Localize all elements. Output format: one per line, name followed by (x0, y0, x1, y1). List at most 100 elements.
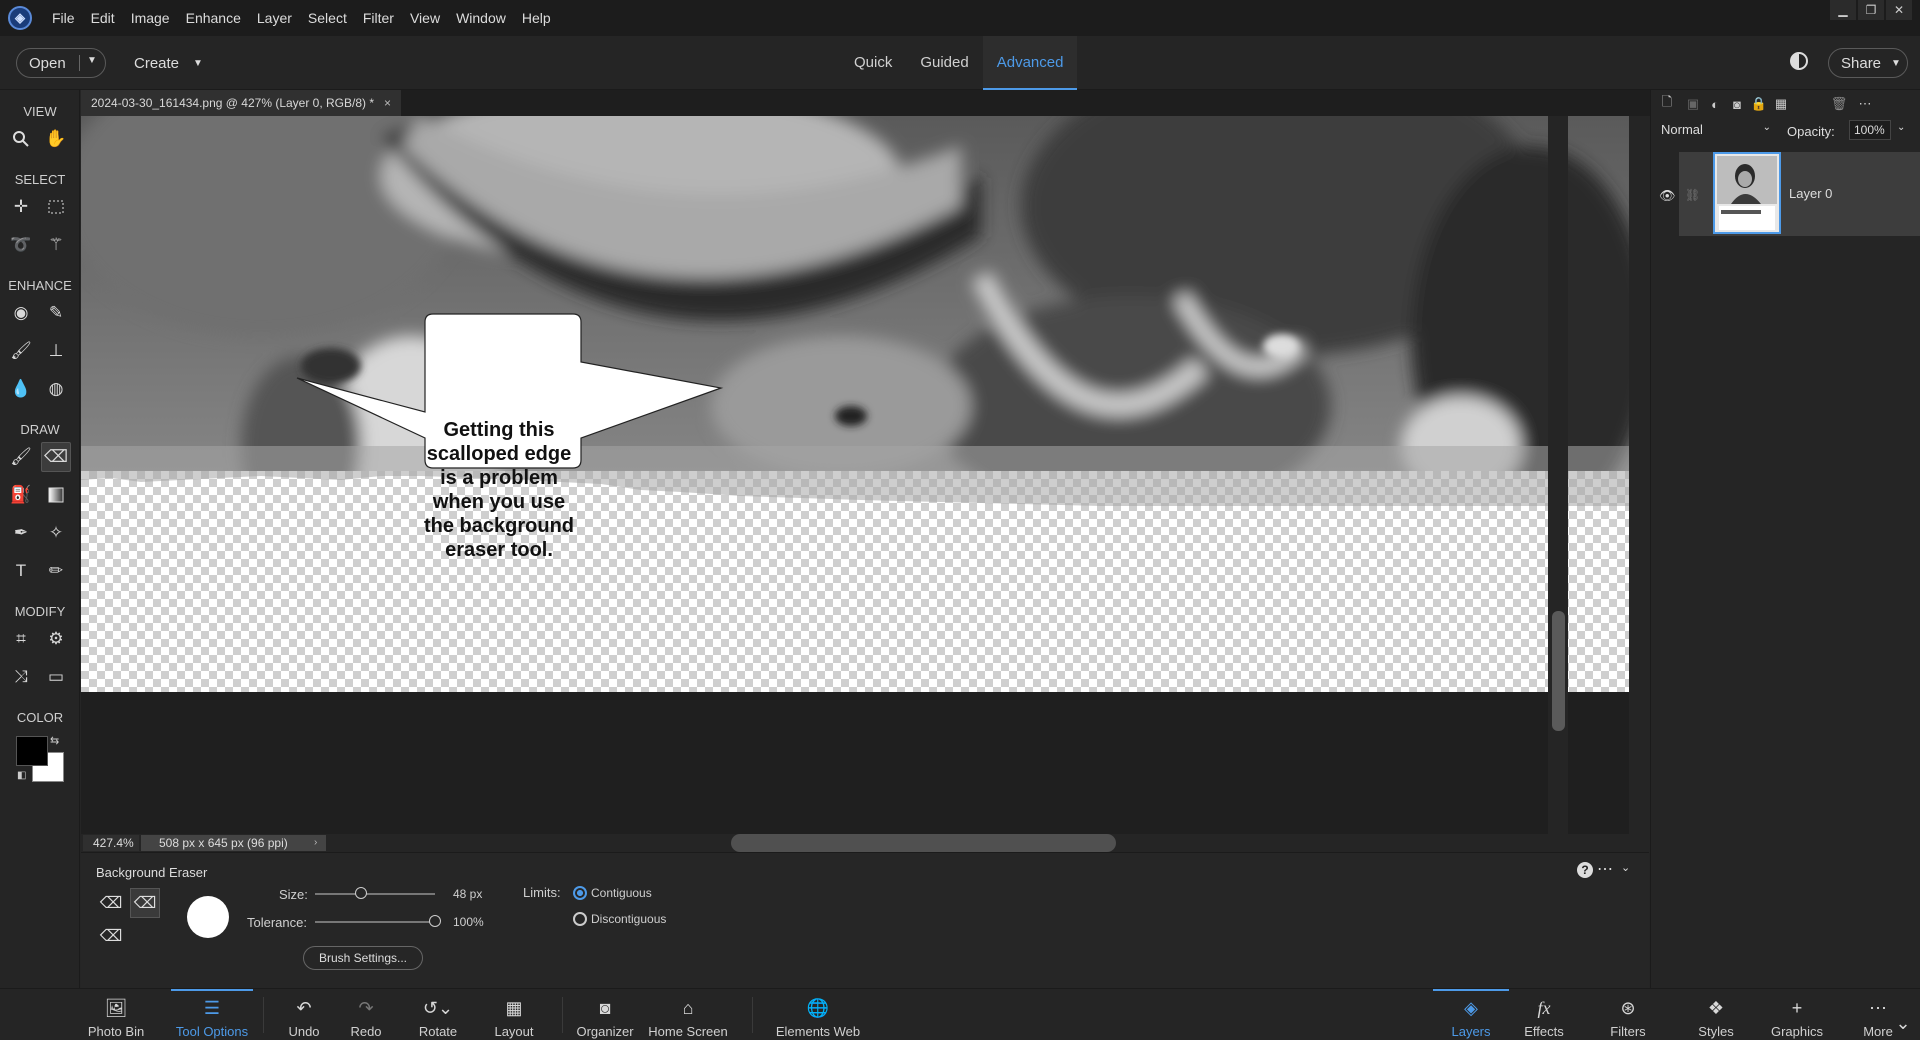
gradient-tool-icon[interactable] (41, 480, 71, 510)
tab-quick[interactable]: Quick (840, 36, 906, 90)
size-slider[interactable] (315, 893, 435, 895)
menu-view[interactable]: View (402, 0, 448, 36)
lock-icon[interactable]: 🔒 (1751, 96, 1767, 112)
foreground-color-swatch[interactable] (16, 736, 48, 766)
chevron-down-icon[interactable]: ⌄ (1895, 989, 1910, 1040)
filters-button[interactable]: ⊛ Filters (1608, 989, 1648, 1040)
layer-name[interactable]: Layer 0 (1789, 186, 1832, 201)
eyedropper-tool-icon[interactable]: ✒ (6, 518, 36, 548)
chevron-down-icon[interactable]: ⌄ (1621, 861, 1630, 874)
chevron-right-icon[interactable]: › (314, 835, 317, 851)
theme-contrast-icon[interactable] (1790, 52, 1808, 70)
restore-icon[interactable]: ❐ (1858, 0, 1884, 20)
layout-button[interactable]: ▦ Layout (491, 989, 537, 1040)
share-button[interactable]: Share ▼ (1828, 48, 1908, 78)
menu-edit[interactable]: Edit (83, 0, 123, 36)
horizontal-scroll-thumb[interactable] (731, 834, 1116, 852)
organizer-button[interactable]: ◙ Organizer (574, 989, 636, 1040)
tolerance-slider-knob[interactable] (429, 915, 441, 927)
healing-brush-tool-icon[interactable]: ✎ (41, 298, 71, 328)
vertical-scrollbar[interactable] (1548, 116, 1568, 834)
sponge-tool-icon[interactable]: ◍ (41, 374, 71, 404)
panel-menu-icon[interactable]: ⋯ (1857, 96, 1873, 112)
magic-wand-tool-icon[interactable]: ⚚ (41, 230, 71, 260)
smart-brush-tool-icon[interactable]: 🖌 (6, 336, 36, 366)
brush-preview[interactable] (187, 896, 229, 938)
menu-file[interactable]: File (44, 0, 83, 36)
hand-tool-icon[interactable]: ✋ (41, 124, 71, 154)
clone-stamp-tool-icon[interactable]: ⊥ (41, 336, 71, 366)
menu-help[interactable]: Help (514, 0, 559, 36)
zoom-tool-icon[interactable] (6, 124, 36, 154)
zoom-level[interactable]: 427.4% (83, 835, 139, 851)
canvas-area[interactable]: Getting this scalloped edge is a problem… (81, 116, 1629, 834)
discontiguous-label[interactable]: Discontiguous (591, 912, 666, 926)
blur-tool-icon[interactable]: 💧 (6, 374, 36, 404)
visibility-eye-icon[interactable]: 👁 (1659, 188, 1676, 204)
straighten-tool-icon[interactable]: ▭ (41, 662, 71, 692)
red-eye-tool-icon[interactable]: ◉ (6, 298, 36, 328)
marquee-tool-icon[interactable] (41, 192, 71, 222)
type-tool-icon[interactable]: T (6, 556, 36, 586)
home-screen-button[interactable]: ⌂ Home Screen (648, 989, 728, 1040)
contiguous-label[interactable]: Contiguous (591, 886, 652, 900)
magic-eraser-icon[interactable]: ⌫ (96, 921, 126, 951)
tool-options-button[interactable]: ☰ Tool Options (171, 989, 253, 1040)
close-tab-icon[interactable]: × (384, 96, 391, 110)
new-layer-icon[interactable]: 🗋 (1659, 94, 1675, 112)
default-colors-icon[interactable]: ◧ (17, 770, 26, 781)
lock-transparency-icon[interactable]: ▦ (1773, 96, 1789, 112)
move-tool-icon[interactable]: ✛ (6, 192, 36, 222)
layer-thumbnail[interactable] (1713, 152, 1781, 234)
delete-layer-icon[interactable]: 🗑 (1831, 96, 1848, 112)
pencil-tool-icon[interactable]: ✏ (41, 556, 71, 586)
menu-filter[interactable]: Filter (355, 0, 402, 36)
brush-tool-icon[interactable]: 🖌 (6, 442, 36, 472)
open-button[interactable]: Open ▼ (16, 48, 106, 78)
chevron-down-icon[interactable]: ⌄ (1897, 122, 1905, 133)
minimize-icon[interactable]: ▁ (1830, 0, 1856, 20)
effects-button[interactable]: fx Effects (1524, 989, 1564, 1040)
blend-mode-select[interactable]: Normal ⌄ (1661, 122, 1771, 142)
menu-select[interactable]: Select (300, 0, 355, 36)
swap-colors-icon[interactable]: ⇆ (50, 734, 59, 747)
help-icon[interactable]: ? (1577, 862, 1593, 878)
create-button[interactable]: Create ▼ (134, 48, 203, 78)
redo-button[interactable]: ↷ Redo (348, 989, 384, 1040)
menu-image[interactable]: Image (123, 0, 178, 36)
discontiguous-radio[interactable] (573, 912, 587, 926)
graphics-button[interactable]: + Graphics (1770, 989, 1824, 1040)
size-slider-knob[interactable] (354, 887, 367, 899)
recompose-tool-icon[interactable]: ⚙ (41, 624, 71, 654)
rotate-button[interactable]: ↺⌄ Rotate (414, 989, 462, 1040)
new-group-icon[interactable]: ▣ (1685, 96, 1701, 112)
background-eraser-tool-icon[interactable]: ⌫ (41, 442, 71, 472)
styles-button[interactable]: ❖ Styles (1696, 989, 1736, 1040)
adjustment-layer-icon[interactable]: ◐ (1707, 96, 1723, 112)
tab-guided[interactable]: Guided (906, 36, 982, 90)
opacity-input[interactable]: 100% (1849, 120, 1891, 140)
tab-advanced[interactable]: Advanced (982, 36, 1078, 90)
custom-shape-tool-icon[interactable]: ✧ (41, 518, 71, 548)
contiguous-radio[interactable] (573, 886, 587, 900)
content-aware-move-tool-icon[interactable]: ⤨ (6, 662, 36, 692)
link-icon[interactable]: ⛓ (1685, 188, 1700, 202)
layers-button[interactable]: ◈ Layers (1433, 989, 1509, 1040)
eraser-icon[interactable]: ⌫ (96, 888, 126, 918)
layer-mask-icon[interactable]: ◙ (1729, 96, 1745, 112)
tolerance-slider[interactable] (315, 921, 435, 923)
paint-bucket-tool-icon[interactable]: ⛽ (6, 480, 36, 510)
brush-settings-button[interactable]: Brush Settings... (303, 946, 423, 970)
photo-bin-button[interactable]: 🖼 Photo Bin (86, 989, 146, 1040)
more-options-icon[interactable]: ⋯ (1597, 859, 1613, 879)
document-tab[interactable]: 2024-03-30_161434.png @ 427% (Layer 0, R… (81, 90, 402, 116)
lasso-tool-icon[interactable]: ➰ (6, 230, 36, 260)
menu-enhance[interactable]: Enhance (178, 0, 249, 36)
more-button[interactable]: ⋯ More (1858, 989, 1898, 1040)
undo-button[interactable]: ↶ Undo (286, 989, 322, 1040)
menu-window[interactable]: Window (448, 0, 514, 36)
close-window-icon[interactable]: ✕ (1886, 0, 1912, 20)
crop-tool-icon[interactable]: ⌗ (6, 624, 36, 654)
background-eraser-icon[interactable]: ⌫ (130, 888, 160, 918)
chevron-down-icon[interactable]: ▼ (87, 55, 97, 66)
